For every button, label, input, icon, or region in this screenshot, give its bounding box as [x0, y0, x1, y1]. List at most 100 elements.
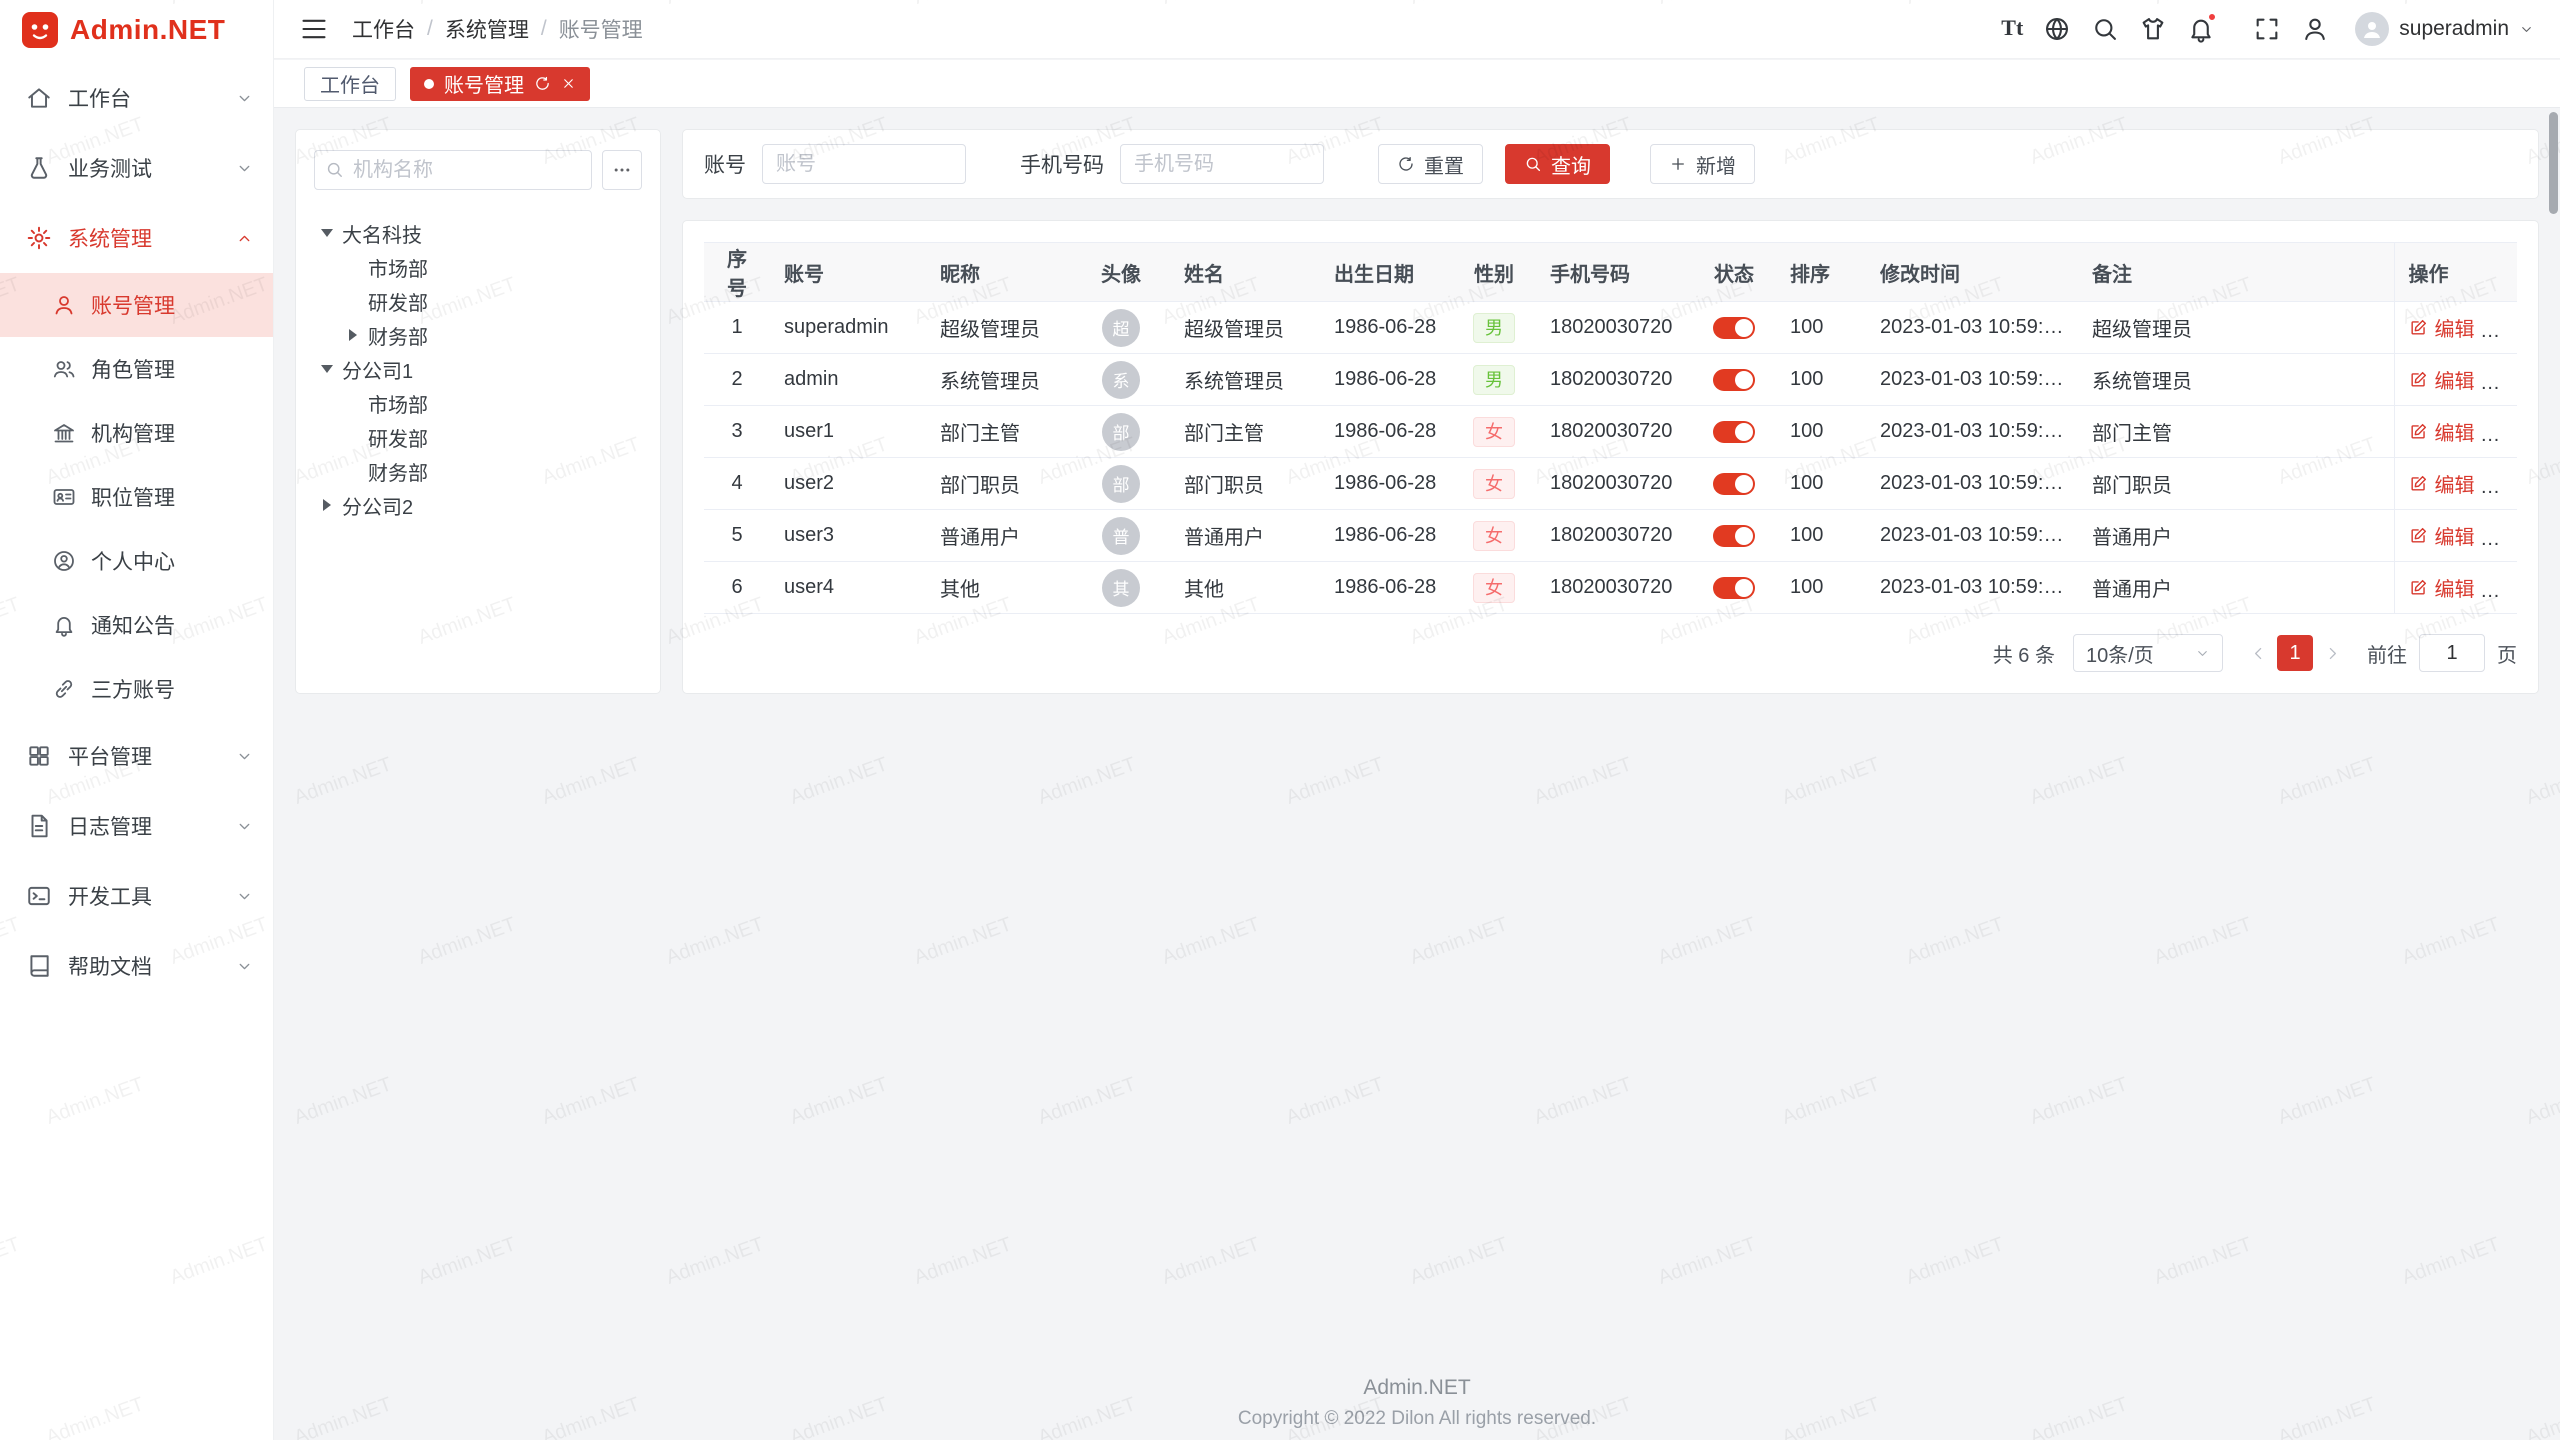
- tab-workbench[interactable]: 工作台: [304, 67, 396, 101]
- cell-birthdate: 1986-06-28: [1320, 302, 1452, 354]
- add-button[interactable]: 新增: [1650, 144, 1755, 184]
- more-actions-icon[interactable]: [2498, 580, 2517, 602]
- tree-node[interactable]: 分公司1: [314, 352, 642, 386]
- chevron-left-icon: [2250, 645, 2267, 662]
- search-icon[interactable]: [2091, 15, 2119, 43]
- tree-node[interactable]: 大名科技: [314, 216, 642, 250]
- tree-node[interactable]: 市场部: [314, 250, 642, 284]
- cell-sort: 100: [1776, 354, 1866, 406]
- sidebar-subitem-personal-center[interactable]: 个人中心: [0, 529, 273, 593]
- tree-caret-icon[interactable]: [320, 229, 334, 237]
- status-toggle[interactable]: [1713, 577, 1755, 599]
- page-size-select[interactable]: 10条/页: [2073, 634, 2223, 672]
- sidebar-item-business-test[interactable]: 业务测试: [0, 133, 273, 203]
- logo-icon: [22, 12, 58, 48]
- sidebar-item-help-docs[interactable]: 帮助文档: [0, 931, 273, 1001]
- cell-birthdate: 1986-06-28: [1320, 562, 1452, 614]
- current-page-button[interactable]: 1: [2277, 635, 2313, 671]
- cell-name: 超级管理员: [1170, 302, 1320, 354]
- prev-page-button[interactable]: [2241, 636, 2275, 670]
- tab-label: 工作台: [320, 69, 380, 98]
- tree-node[interactable]: 研发部: [314, 284, 642, 318]
- cell-account: admin: [770, 354, 926, 406]
- org-more-button[interactable]: [602, 150, 642, 190]
- sidebar-subitem-account-management[interactable]: 账号管理: [0, 273, 273, 337]
- scrollbar-thumb[interactable]: [2549, 112, 2558, 214]
- avatar: 部: [1102, 465, 1140, 503]
- edit-button[interactable]: 编辑: [2409, 365, 2475, 394]
- status-toggle[interactable]: [1713, 317, 1755, 339]
- edit-button-label: 编辑: [2435, 365, 2475, 394]
- cell-account: user1: [770, 406, 926, 458]
- tree-node[interactable]: 市场部: [314, 386, 642, 420]
- goto-page-input[interactable]: [2419, 634, 2485, 672]
- menu-toggle-icon[interactable]: [300, 15, 328, 43]
- status-toggle[interactable]: [1713, 525, 1755, 547]
- status-toggle[interactable]: [1713, 421, 1755, 443]
- phone-filter-input[interactable]: [1120, 144, 1324, 184]
- sidebar-subitem-label: 三方账号: [91, 674, 175, 704]
- fullscreen-icon[interactable]: [2253, 15, 2281, 43]
- chevron-down-icon: [2195, 646, 2210, 661]
- terminal-icon: [26, 883, 52, 909]
- tree-node[interactable]: 分公司2: [314, 488, 642, 522]
- tree-caret-icon[interactable]: [346, 329, 360, 341]
- sidebar-item-system-management[interactable]: 系统管理: [0, 203, 273, 273]
- theme-icon[interactable]: [2139, 15, 2167, 43]
- tree-node[interactable]: 研发部: [314, 420, 642, 454]
- col-seq: 序号: [704, 243, 770, 302]
- sidebar-item-platform-management[interactable]: 平台管理: [0, 721, 273, 791]
- more-actions-icon[interactable]: [2498, 372, 2517, 394]
- edit-icon: [2409, 526, 2428, 545]
- refresh-icon[interactable]: [534, 75, 551, 92]
- sidebar-item-workbench[interactable]: 工作台: [0, 63, 273, 133]
- sidebar-item-label: 帮助文档: [68, 951, 152, 981]
- edit-button[interactable]: 编辑: [2409, 417, 2475, 446]
- breadcrumb-item[interactable]: 工作台: [352, 14, 415, 44]
- org-search-input[interactable]: [314, 150, 592, 190]
- user-menu[interactable]: superadmin: [2355, 12, 2534, 46]
- tree-node[interactable]: 财务部: [314, 454, 642, 488]
- tree-caret-icon[interactable]: [320, 499, 334, 511]
- search-button[interactable]: 查询: [1505, 144, 1610, 184]
- status-toggle[interactable]: [1713, 369, 1755, 391]
- sidebar-item-log-management[interactable]: 日志管理: [0, 791, 273, 861]
- sidebar-subitem-notice[interactable]: 通知公告: [0, 593, 273, 657]
- user-icon: [52, 293, 76, 317]
- status-toggle[interactable]: [1713, 473, 1755, 495]
- col-phone: 手机号码: [1536, 243, 1692, 302]
- language-icon[interactable]: [2043, 15, 2071, 43]
- app-logo[interactable]: Admin.NET: [0, 0, 273, 59]
- tree-caret-icon[interactable]: [320, 365, 334, 373]
- table-row: 6 user4 其他 其 其他 1986-06-28 女 18020030720…: [704, 562, 2517, 614]
- edit-button[interactable]: 编辑: [2409, 469, 2475, 498]
- edit-button[interactable]: 编辑: [2409, 521, 2475, 550]
- sidebar-subitem-third-party-account[interactable]: 三方账号: [0, 657, 273, 721]
- close-icon[interactable]: [561, 76, 576, 91]
- more-actions-icon[interactable]: [2498, 476, 2517, 498]
- more-actions-icon[interactable]: [2498, 528, 2517, 550]
- add-button-label: 新增: [1696, 150, 1736, 179]
- tree-node[interactable]: 财务部: [314, 318, 642, 352]
- sidebar-item-dev-tools[interactable]: 开发工具: [0, 861, 273, 931]
- next-page-button[interactable]: [2315, 636, 2349, 670]
- account-table: 序号 账号 昵称 头像 姓名 出生日期 性别 手机号码 状态 排序 修改时间 备…: [704, 242, 2517, 614]
- account-filter-input[interactable]: [762, 144, 966, 184]
- breadcrumb-item[interactable]: 系统管理: [445, 14, 529, 44]
- more-actions-icon[interactable]: [2498, 424, 2517, 446]
- edit-button[interactable]: 编辑: [2409, 313, 2475, 342]
- reset-button[interactable]: 重置: [1378, 144, 1483, 184]
- sidebar-subitem-role-management[interactable]: 角色管理: [0, 337, 273, 401]
- edit-button[interactable]: 编辑: [2409, 573, 2475, 602]
- account-table-panel: 序号 账号 昵称 头像 姓名 出生日期 性别 手机号码 状态 排序 修改时间 备…: [682, 220, 2539, 694]
- font-size-icon[interactable]: Tt: [2001, 15, 2023, 43]
- sidebar-subitem-position-management[interactable]: 职位管理: [0, 465, 273, 529]
- profile-icon[interactable]: [2301, 15, 2329, 43]
- chevron-down-icon: [236, 818, 253, 835]
- chevron-down-icon: [236, 748, 253, 765]
- more-actions-icon[interactable]: [2498, 320, 2517, 342]
- sidebar-subitem-org-management[interactable]: 机构管理: [0, 401, 273, 465]
- cell-modified-time: 2023-01-03 10:59:44: [1866, 562, 2078, 614]
- tab-account-management[interactable]: 账号管理: [410, 67, 590, 101]
- cell-modified-time: 2023-01-03 10:59:44: [1866, 406, 2078, 458]
